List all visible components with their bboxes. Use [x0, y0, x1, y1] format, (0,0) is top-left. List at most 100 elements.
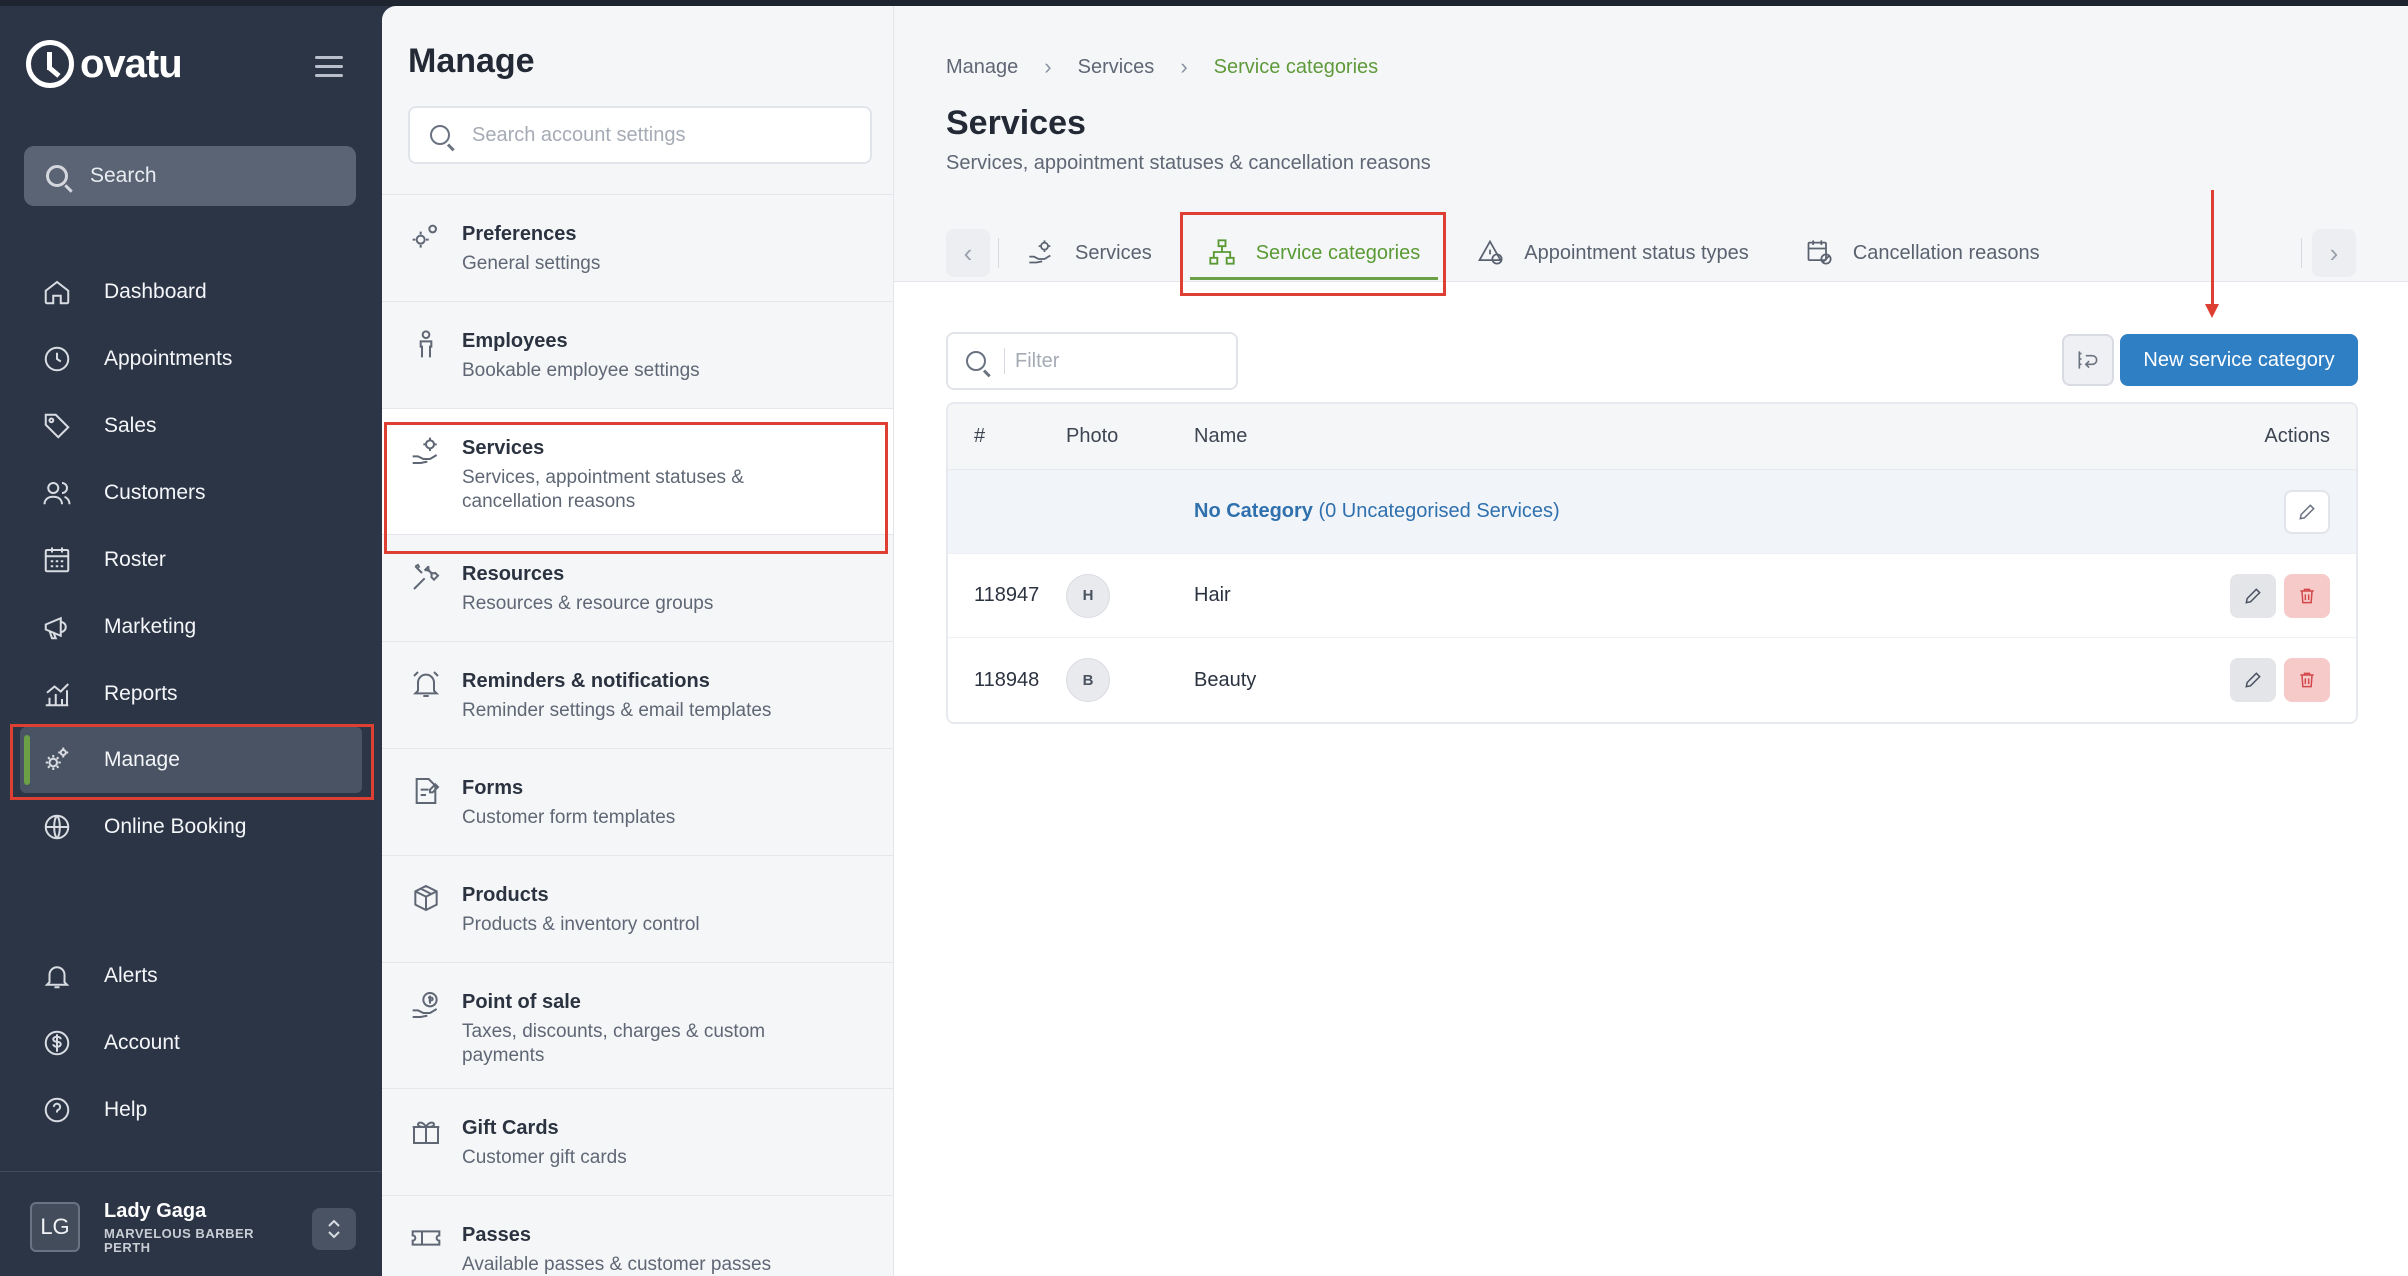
- table-row: 118947 H Hair: [948, 554, 2356, 638]
- row-actions: [2196, 573, 2356, 618]
- settings-item-subtitle: Services, appointment statuses & cancell…: [462, 467, 744, 512]
- calendar-grid-icon: [40, 543, 74, 577]
- edit-button[interactable]: [2230, 658, 2276, 702]
- breadcrumb-services[interactable]: Services: [1078, 56, 1155, 79]
- reorder-button[interactable]: [2062, 334, 2114, 386]
- settings-item-title: Gift Cards: [462, 1117, 559, 1139]
- sidebar-item-label: Online Booking: [104, 814, 247, 838]
- manage-panel: Manage Search account settings Preferenc…: [382, 6, 894, 1276]
- settings-search-placeholder: Search account settings: [472, 123, 686, 146]
- column-header-actions: Actions: [2264, 425, 2330, 447]
- sidebar-item-manage[interactable]: Manage: [20, 727, 362, 793]
- logo-text: ovatu: [80, 41, 183, 86]
- settings-item-preferences[interactable]: Preferences General settings: [382, 195, 893, 302]
- bell-icon: [40, 959, 74, 993]
- settings-item-products[interactable]: Products Products & inventory control: [382, 856, 893, 963]
- users-icon: [40, 476, 74, 510]
- sort-order-icon: [2075, 347, 2101, 373]
- edit-button[interactable]: [2284, 489, 2330, 534]
- app-window: ovatu Search Dashboard Appointments Sale…: [0, 0, 2408, 1276]
- settings-item-title: Resources: [462, 563, 565, 585]
- pencil-icon: [2297, 502, 2317, 522]
- settings-search-input[interactable]: Search account settings: [408, 106, 872, 164]
- settings-item-title: Point of sale: [462, 991, 581, 1013]
- category-avatar: B: [1066, 658, 1110, 702]
- settings-item-subtitle: Products & inventory control: [462, 914, 700, 935]
- column-header-id: #: [974, 425, 986, 447]
- account-switcher-chevron-icon[interactable]: [312, 1208, 356, 1250]
- row-actions: [2196, 489, 2356, 534]
- page-title: Services: [946, 104, 1086, 142]
- tab-label: Service categories: [1255, 241, 1421, 264]
- new-service-category-button[interactable]: New service category: [2120, 334, 2358, 386]
- sidebar-item-help[interactable]: Help: [0, 1076, 382, 1143]
- chevron-right-icon: ›: [1044, 54, 1052, 79]
- settings-item-subtitle: Taxes, discounts, charges & custom payme…: [462, 1021, 766, 1066]
- sidebar-nav: Dashboard Appointments Sales Customers R…: [0, 258, 382, 860]
- categories-table: # Photo Name Actions No Category (0 Unca…: [946, 402, 2358, 724]
- settings-item-title: Reminders & notifications: [462, 670, 710, 692]
- settings-item-subtitle: Resources & resource groups: [462, 593, 714, 614]
- tab-cancellation-reasons[interactable]: Cancellation reasons: [1777, 224, 2068, 282]
- tab-scroll-right-icon[interactable]: ›: [2312, 229, 2356, 277]
- pencil-icon: [2243, 586, 2263, 606]
- sidebar-item-label: Account: [104, 1030, 180, 1054]
- page-header: Manage › Services › Service categories S…: [894, 6, 2408, 296]
- dollar-circle-icon: [40, 1026, 74, 1060]
- column-header-photo: Photo: [1066, 425, 1119, 447]
- settings-item-employees[interactable]: Employees Bookable employee settings: [382, 302, 893, 409]
- menu-toggle-icon[interactable]: [315, 56, 343, 78]
- settings-item-point-of-sale[interactable]: Point of sale Taxes, discounts, charges …: [382, 963, 893, 1089]
- sidebar-item-customers[interactable]: Customers: [0, 459, 382, 526]
- settings-item-title: Forms: [462, 777, 524, 799]
- sidebar-item-marketing[interactable]: Marketing: [0, 593, 382, 660]
- delete-button[interactable]: [2284, 573, 2330, 618]
- cell-id: 118948: [974, 668, 1040, 691]
- tab-appointment-status-types[interactable]: Appointment status types: [1448, 224, 1777, 282]
- global-search[interactable]: Search: [24, 146, 356, 206]
- settings-item-reminders[interactable]: Reminders & notifications Reminder setti…: [382, 642, 893, 749]
- edit-button[interactable]: [2230, 573, 2276, 618]
- sidebar-item-label: Dashboard: [104, 279, 207, 303]
- tab-services[interactable]: Services: [999, 224, 1180, 282]
- home-icon: [40, 275, 74, 309]
- breadcrumb-manage[interactable]: Manage: [946, 56, 1018, 79]
- sidebar-item-reports[interactable]: Reports: [0, 660, 382, 727]
- hierarchy-icon: [1208, 238, 1238, 268]
- tab-scroll-left-icon[interactable]: ‹: [946, 229, 990, 277]
- filter-input[interactable]: Filter: [946, 332, 1238, 390]
- tools-icon: [410, 561, 444, 595]
- ticket-icon: [410, 1222, 444, 1256]
- sidebar-item-roster[interactable]: Roster: [0, 526, 382, 593]
- sidebar-item-appointments[interactable]: Appointments: [0, 325, 382, 392]
- help-circle-icon: [40, 1093, 74, 1127]
- settings-item-services[interactable]: Services Services, appointment statuses …: [382, 409, 893, 535]
- settings-item-forms[interactable]: Forms Customer form templates: [382, 749, 893, 856]
- user-profile[interactable]: LG Lady Gaga MARVELOUS BARBER PERTH: [0, 1171, 382, 1276]
- tab-service-categories[interactable]: Service categories: [1180, 224, 1449, 282]
- delete-button[interactable]: [2284, 658, 2330, 702]
- settings-item-title: Employees: [462, 330, 568, 352]
- sidebar-item-online-booking[interactable]: Online Booking: [0, 793, 382, 860]
- logo[interactable]: ovatu: [26, 40, 183, 88]
- cell-id: 118947: [974, 584, 1040, 606]
- sidebar-item-alerts[interactable]: Alerts: [0, 942, 382, 1009]
- sidebar-item-label: Reports: [104, 681, 178, 705]
- gear-hand-icon: [410, 435, 444, 469]
- settings-item-gift-cards[interactable]: Gift Cards Customer gift cards: [382, 1089, 893, 1196]
- global-search-label: Search: [90, 164, 157, 187]
- settings-item-resources[interactable]: Resources Resources & resource groups: [382, 535, 893, 642]
- settings-item-passes[interactable]: Passes Available passes & customer passe…: [382, 1196, 893, 1276]
- sidebar-item-label: Help: [104, 1097, 148, 1121]
- pencil-icon: [2243, 670, 2263, 690]
- search-icon: [430, 125, 450, 145]
- sidebar-item-dashboard[interactable]: Dashboard: [0, 258, 382, 325]
- user-name: Lady Gaga: [104, 1199, 207, 1222]
- trash-icon: [2297, 670, 2317, 690]
- sidebar-item-account[interactable]: Account: [0, 1009, 382, 1076]
- no-category-label[interactable]: No Category (0 Uncategorised Services): [1194, 500, 2196, 523]
- status-icon: [1476, 238, 1506, 268]
- sidebar-item-sales[interactable]: Sales: [0, 392, 382, 459]
- settings-item-subtitle: Reminder settings & email templates: [462, 700, 772, 721]
- tag-icon: [40, 409, 74, 443]
